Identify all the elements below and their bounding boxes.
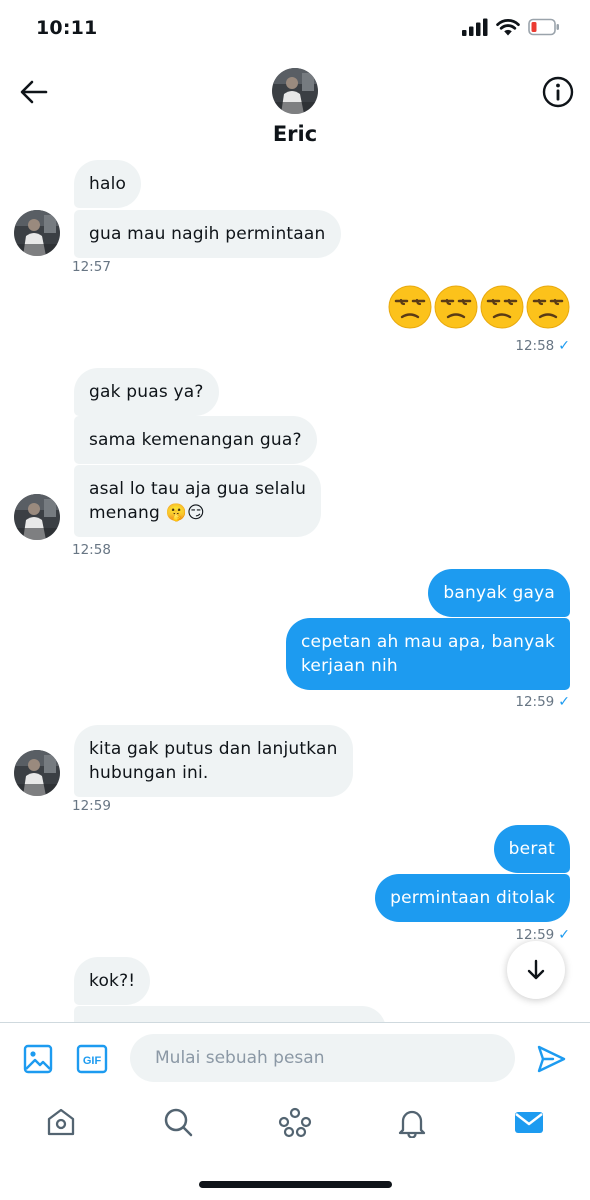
unamused-face-emoji bbox=[480, 285, 524, 329]
message-incoming[interactable]: asal lo tau aja gua selalu menang 🤫😏 bbox=[74, 465, 322, 537]
unamused-face-emoji bbox=[526, 285, 570, 329]
read-receipt-icon: ✓ bbox=[558, 927, 570, 943]
message-input[interactable] bbox=[130, 1034, 515, 1082]
message-incoming[interactable]: sama kemenangan gua? bbox=[74, 416, 317, 464]
message-incoming-partial[interactable] bbox=[74, 1006, 386, 1022]
message-incoming[interactable]: gua mau nagih permintaan bbox=[74, 210, 341, 258]
mail-icon bbox=[515, 1112, 543, 1133]
message-composer: GIF bbox=[0, 1022, 590, 1092]
arrow-down-icon bbox=[527, 959, 545, 980]
contact-avatar[interactable] bbox=[272, 68, 318, 114]
sender-avatar[interactable] bbox=[14, 750, 60, 796]
signal-icon bbox=[462, 18, 488, 36]
message-bubble: kita gak putus dan lanjutkan hubungan in… bbox=[74, 725, 353, 797]
sender-avatar[interactable] bbox=[14, 210, 60, 256]
search-icon bbox=[164, 1108, 193, 1137]
message-incoming[interactable]: gak puas ya? bbox=[74, 368, 219, 416]
read-receipt-icon: ✓ bbox=[558, 338, 570, 354]
media-button[interactable] bbox=[22, 1043, 54, 1075]
info-button[interactable] bbox=[540, 74, 576, 110]
home-indicator[interactable] bbox=[199, 1181, 392, 1188]
back-button[interactable] bbox=[16, 74, 52, 110]
conversation-header: Eric bbox=[0, 58, 590, 158]
message-timestamp: 12:59 ✓ bbox=[515, 927, 570, 943]
message-bubble bbox=[74, 1006, 386, 1022]
status-icons bbox=[462, 18, 560, 36]
message-bubble: asal lo tau aja gua selalu menang 🤫😏 bbox=[74, 465, 322, 537]
gif-icon: GIF bbox=[76, 1044, 108, 1074]
tab-home[interactable] bbox=[44, 1105, 78, 1139]
message-outgoing[interactable]: permintaan ditolak bbox=[375, 874, 570, 922]
unamused-face-emoji bbox=[434, 285, 478, 329]
message-timestamp: 12:57 bbox=[72, 259, 111, 275]
message-bubble: kok?! bbox=[74, 957, 151, 1005]
emoji-message[interactable] bbox=[388, 285, 570, 329]
scroll-to-bottom-button[interactable] bbox=[507, 941, 565, 999]
message-timestamp: 12:59 bbox=[72, 798, 111, 814]
read-receipt-icon: ✓ bbox=[558, 694, 570, 710]
send-button[interactable] bbox=[535, 1043, 567, 1075]
info-icon bbox=[542, 76, 574, 108]
message-bubble: cepetan ah mau apa, banyak kerjaan nih bbox=[285, 618, 570, 690]
message-incoming[interactable]: kok?! bbox=[74, 957, 151, 1005]
bottom-tab-bar bbox=[0, 1092, 590, 1162]
image-icon bbox=[23, 1044, 53, 1074]
wifi-icon bbox=[496, 19, 520, 36]
tab-search[interactable] bbox=[161, 1105, 195, 1139]
message-bubble: berat bbox=[493, 825, 570, 873]
arrow-left-icon bbox=[20, 80, 48, 104]
status-bar: 10:11 bbox=[0, 0, 590, 58]
message-incoming[interactable]: kita gak putus dan lanjutkan hubungan in… bbox=[74, 725, 353, 797]
unamused-face-emoji bbox=[388, 285, 432, 329]
contact-name[interactable]: Eric bbox=[0, 122, 590, 146]
message-incoming[interactable]: halo bbox=[74, 160, 142, 208]
message-bubble: sama kemenangan gua? bbox=[74, 416, 317, 464]
message-bubble: halo bbox=[74, 160, 142, 208]
message-outgoing[interactable]: banyak gaya bbox=[428, 569, 570, 617]
message-bubble: permintaan ditolak bbox=[375, 874, 570, 922]
status-time: 10:11 bbox=[36, 17, 98, 39]
tab-messages[interactable] bbox=[512, 1105, 546, 1139]
message-outgoing[interactable]: berat bbox=[493, 825, 570, 873]
message-timestamp: 12:58 ✓ bbox=[515, 338, 570, 354]
bell-icon bbox=[398, 1110, 426, 1138]
message-bubble: banyak gaya bbox=[428, 569, 570, 617]
home-icon bbox=[47, 1108, 75, 1136]
sender-avatar[interactable] bbox=[14, 494, 60, 540]
message-timestamp: 12:58 bbox=[72, 542, 111, 558]
tab-notifications[interactable] bbox=[395, 1105, 429, 1139]
send-icon bbox=[537, 1045, 566, 1073]
message-timestamp: 12:59 ✓ bbox=[515, 694, 570, 710]
message-bubble: gua mau nagih permintaan bbox=[74, 210, 341, 258]
spaces-icon bbox=[278, 1107, 312, 1138]
tab-spaces[interactable] bbox=[278, 1105, 312, 1139]
gif-button[interactable]: GIF bbox=[76, 1043, 108, 1075]
message-bubble: gak puas ya? bbox=[74, 368, 219, 416]
message-list[interactable]: halo gua mau nagih permintaan 12:57 12:5… bbox=[0, 158, 590, 1022]
svg-text:GIF: GIF bbox=[83, 1055, 102, 1067]
message-outgoing[interactable]: cepetan ah mau apa, banyak kerjaan nih bbox=[285, 618, 570, 690]
battery-icon bbox=[528, 18, 559, 36]
